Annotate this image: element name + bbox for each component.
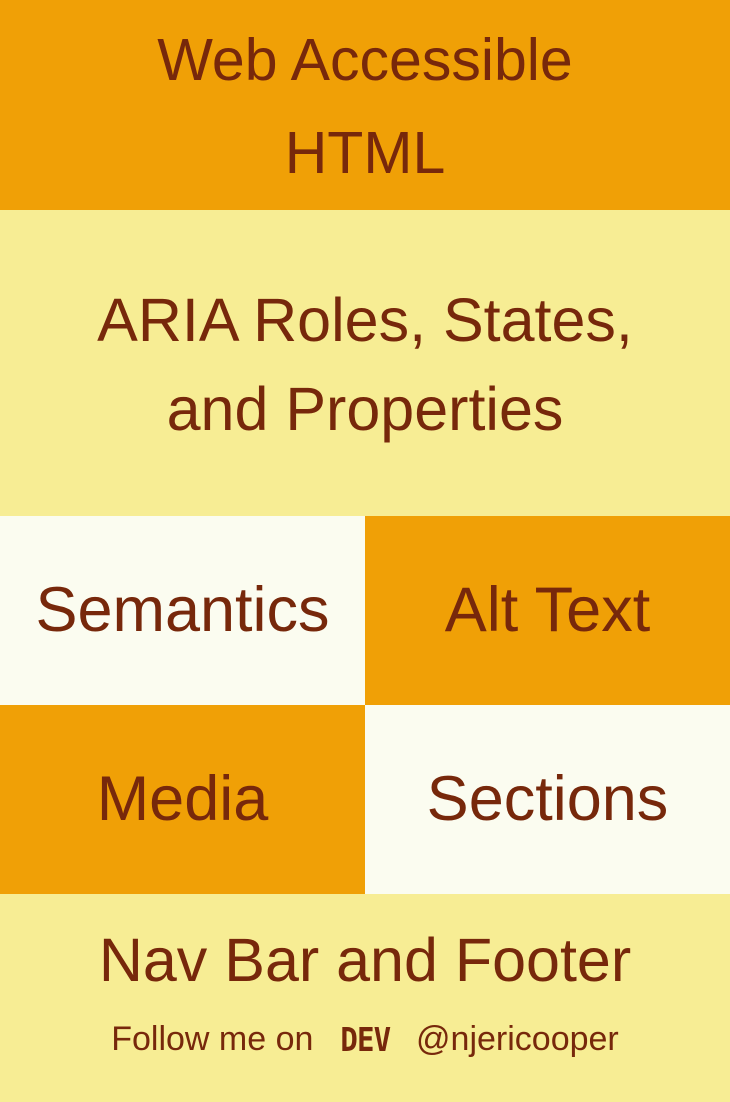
title-banner: Web Accessible HTML bbox=[0, 0, 730, 210]
infographic-page: Web Accessible HTML ARIA Roles, States, … bbox=[0, 0, 730, 1102]
aria-topic-text: ARIA Roles, States, and Properties bbox=[97, 276, 633, 454]
footer-title: Nav Bar and Footer bbox=[98, 926, 632, 994]
alt-text-label: Alt Text bbox=[444, 575, 651, 645]
title-line-2: HTML bbox=[284, 119, 446, 186]
aria-line-2: and Properties bbox=[166, 375, 564, 443]
semantics-label: Semantics bbox=[35, 575, 330, 645]
media-tile: Media bbox=[0, 705, 365, 894]
follow-text: Follow me on bbox=[111, 1020, 314, 1058]
page-title: Web Accessible HTML bbox=[157, 14, 572, 200]
media-label: Media bbox=[96, 764, 269, 834]
aria-topic-block: ARIA Roles, States, and Properties bbox=[0, 210, 730, 516]
semantics-tile: Semantics bbox=[0, 516, 365, 705]
dev-logo: DEV bbox=[340, 1020, 392, 1059]
alt-text-tile: Alt Text bbox=[365, 516, 730, 705]
aria-line-1: ARIA Roles, States, bbox=[97, 286, 633, 354]
follow-row: Follow me on DEV @njericooper bbox=[0, 1019, 730, 1059]
sections-tile: Sections bbox=[365, 705, 730, 894]
author-handle: @njericooper bbox=[416, 1020, 619, 1058]
footer-block: Nav Bar and Footer Follow me on DEV @nje… bbox=[0, 894, 730, 1102]
sections-label: Sections bbox=[426, 764, 669, 834]
title-line-1: Web Accessible bbox=[157, 26, 573, 93]
